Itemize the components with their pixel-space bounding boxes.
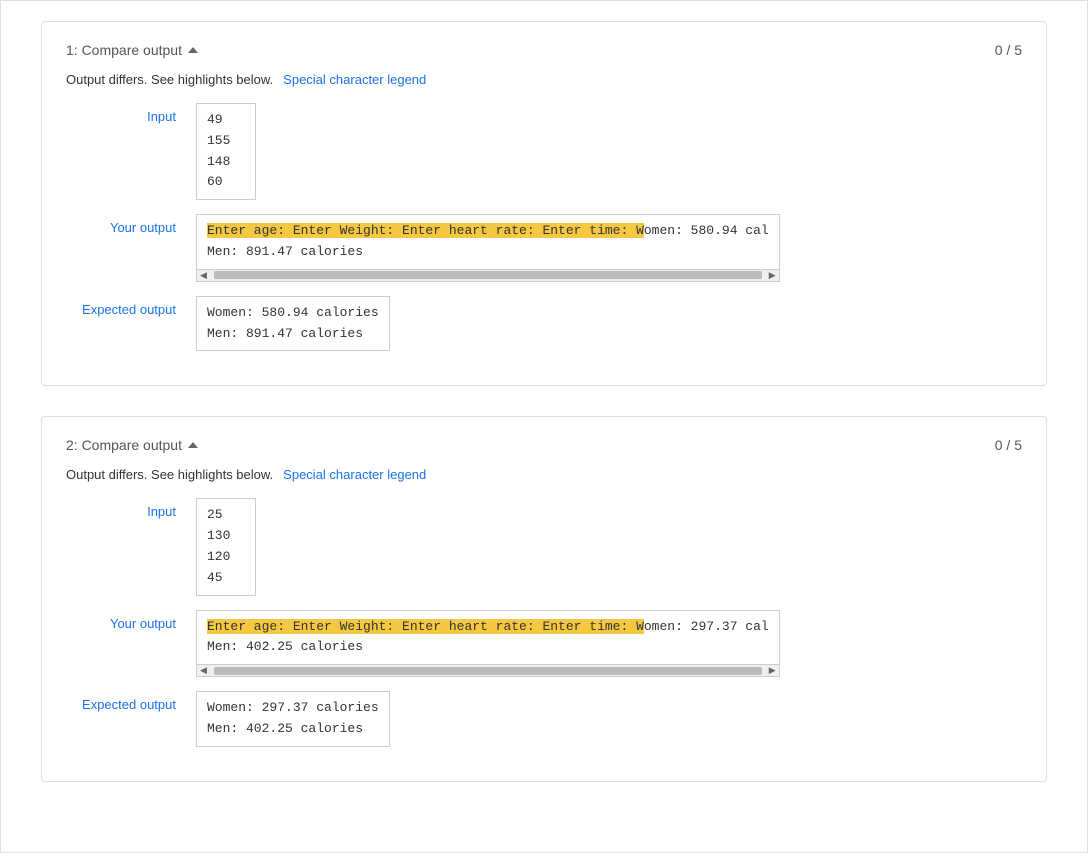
input-row-1: Input 49 155 148 60 [66, 103, 1022, 200]
scrollbar-1[interactable]: ◀ ▶ [196, 270, 780, 282]
expected-line1-2: Women: 297.37 calories [207, 698, 379, 719]
your-output-label-2: Your output [66, 610, 176, 631]
output-scroll-content-1: Enter age: Enter Weight: Enter heart rat… [197, 215, 779, 269]
input-line-2-2: 130 [207, 526, 245, 547]
score-badge-2: 0 / 5 [995, 437, 1022, 453]
section-title-1[interactable]: 1: Compare output [66, 42, 198, 58]
scrollbar-track-2 [214, 667, 762, 675]
differs-text-1: Output differs. See highlights below. [66, 72, 273, 87]
scroll-left-icon-1: ◀ [197, 270, 210, 281]
expected-output-label-1: Expected output [66, 296, 176, 317]
input-line-2-3: 120 [207, 547, 245, 568]
output-content-wrapper-2: Enter age: Enter Weight: Enter heart rat… [196, 610, 780, 666]
your-output-row-1: Your output Enter age: Enter Weight: Ent… [66, 214, 1022, 282]
your-output-row-2: Your output Enter age: Enter Weight: Ent… [66, 610, 1022, 678]
expected-output-row-2: Expected output Women: 297.37 calories M… [66, 691, 1022, 747]
output-differs-row-1: Output differs. See highlights below. Sp… [66, 72, 1022, 87]
input-box-1: 49 155 148 60 [196, 103, 256, 200]
scroll-left-icon-2: ◀ [197, 665, 210, 676]
scrollbar-2[interactable]: ◀ ▶ [196, 665, 780, 677]
expected-box-2: Women: 297.37 calories Men: 402.25 calor… [196, 691, 390, 747]
your-output-line2-1: Men: 891.47 calories [207, 244, 363, 259]
input-box-2: 25 130 120 45 [196, 498, 256, 595]
compare-section-1: 1: Compare output 0 / 5 Output differs. … [41, 21, 1047, 386]
your-output-container-1: Enter age: Enter Weight: Enter heart rat… [196, 214, 780, 282]
output-differs-row-2: Output differs. See highlights below. Sp… [66, 467, 1022, 482]
page-container: 1: Compare output 0 / 5 Output differs. … [0, 0, 1088, 853]
scroll-right-icon-2: ▶ [766, 665, 779, 676]
score-badge-1: 0 / 5 [995, 42, 1022, 58]
input-line-1-2: 155 [207, 131, 245, 152]
special-char-link-2[interactable]: Special character legend [283, 467, 426, 482]
expected-box-1: Women: 580.94 calories Men: 891.47 calor… [196, 296, 390, 352]
your-output-normal-2: omen: 297.37 cal [644, 619, 769, 634]
section-header-1: 1: Compare output 0 / 5 [66, 42, 1022, 58]
your-output-normal-1: omen: 580.94 cal [644, 223, 769, 238]
your-output-line2-2: Men: 402.25 calories [207, 639, 363, 654]
section-title-text-2: 2: Compare output [66, 437, 182, 453]
section-header-2: 2: Compare output 0 / 5 [66, 437, 1022, 453]
input-line-1-3: 148 [207, 152, 245, 173]
compare-section-2: 2: Compare output 0 / 5 Output differs. … [41, 416, 1047, 781]
expected-line2-1: Men: 891.47 calories [207, 324, 379, 345]
output-content-wrapper-1: Enter age: Enter Weight: Enter heart rat… [196, 214, 780, 270]
your-output-container-2: Enter age: Enter Weight: Enter heart rat… [196, 610, 780, 678]
input-label-1: Input [66, 103, 176, 124]
input-label-2: Input [66, 498, 176, 519]
input-row-2: Input 25 130 120 45 [66, 498, 1022, 595]
input-line-2-1: 25 [207, 505, 245, 526]
your-output-highlight-1: Enter age: Enter Weight: Enter heart rat… [207, 223, 644, 238]
expected-output-row-1: Expected output Women: 580.94 calories M… [66, 296, 1022, 352]
your-output-label-1: Your output [66, 214, 176, 235]
special-char-link-1[interactable]: Special character legend [283, 72, 426, 87]
section-title-2[interactable]: 2: Compare output [66, 437, 198, 453]
section-title-text-1: 1: Compare output [66, 42, 182, 58]
scrollbar-track-1 [214, 271, 762, 279]
differs-text-2: Output differs. See highlights below. [66, 467, 273, 482]
input-line-1-1: 49 [207, 110, 245, 131]
scroll-right-icon-1: ▶ [766, 270, 779, 281]
expected-line2-2: Men: 402.25 calories [207, 719, 379, 740]
expected-line1-1: Women: 580.94 calories [207, 303, 379, 324]
input-line-2-4: 45 [207, 568, 245, 589]
expected-output-label-2: Expected output [66, 691, 176, 712]
chevron-up-icon-1 [188, 47, 198, 53]
your-output-highlight-2: Enter age: Enter Weight: Enter heart rat… [207, 619, 644, 634]
input-line-1-4: 60 [207, 172, 245, 193]
chevron-up-icon-2 [188, 442, 198, 448]
output-scroll-content-2: Enter age: Enter Weight: Enter heart rat… [197, 611, 779, 665]
